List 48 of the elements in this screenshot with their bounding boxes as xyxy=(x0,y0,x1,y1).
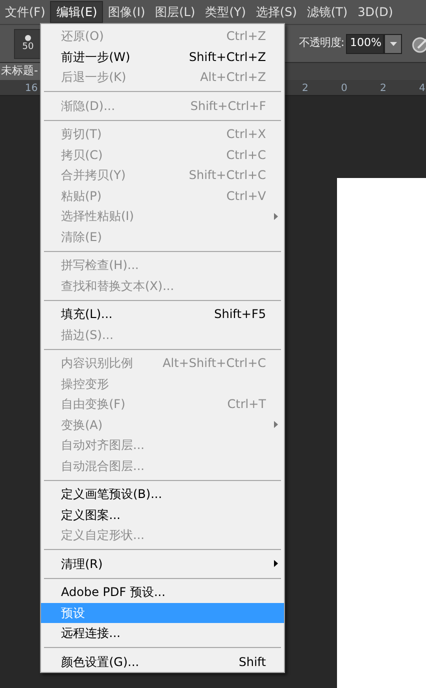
menu-item[interactable]: 自动混合图层... xyxy=(41,456,284,476)
menu-item[interactable]: 变换(A) xyxy=(41,414,284,435)
ruler-label: 4 xyxy=(419,82,426,96)
menu-bar-item[interactable]: 类型(Y) xyxy=(200,1,251,23)
menu-item[interactable]: 拷贝(C) Ctrl+C xyxy=(41,144,284,165)
menu-item[interactable]: 拼写检查(H)... xyxy=(41,255,284,276)
opacity-dropdown-button[interactable] xyxy=(384,34,402,54)
menu-item[interactable]: 查找和替换文本(X)... xyxy=(41,276,284,296)
ruler-label: 2 xyxy=(380,82,386,96)
menu-item[interactable]: 选择性粘贴(I) xyxy=(41,206,284,226)
menu-item[interactable]: 填充(L)... Shift+F5 xyxy=(41,304,284,324)
menu-item[interactable]: 操控变形 xyxy=(41,374,284,394)
brush-preset[interactable]: 50 xyxy=(14,28,42,58)
menu-item[interactable]: Adobe PDF 预设... xyxy=(41,582,284,602)
menu-item[interactable]: 还原(O) Ctrl+Z xyxy=(41,26,284,46)
menu-item[interactable]: 剪切(T) Ctrl+X xyxy=(41,124,284,144)
menu-item[interactable]: 远程连接... xyxy=(41,623,284,644)
brush-size: 50 xyxy=(22,43,34,52)
menu-bar-item[interactable]: 3D(D) xyxy=(352,1,398,23)
menu-item[interactable]: 自由变换(F) Ctrl+T xyxy=(41,394,284,414)
menu-bar-item[interactable]: 选择(S) xyxy=(250,1,302,23)
menu-item[interactable]: 后退一步(K) Alt+Ctrl+Z xyxy=(41,67,284,88)
menu-item[interactable]: 合并拷贝(Y) Shift+Ctrl+C xyxy=(41,165,284,186)
menu-item[interactable]: 清除(E) xyxy=(41,226,284,247)
caret-icon xyxy=(390,42,396,46)
menu-bar-item[interactable]: 图层(L) xyxy=(150,1,200,23)
menu-item[interactable]: 定义画笔预设(B)... xyxy=(41,484,284,504)
menu-item[interactable]: 定义自定形状... xyxy=(41,525,284,546)
menu-item[interactable]: 描边(S)... xyxy=(41,324,284,345)
brush-tip-icon xyxy=(25,35,31,41)
menu-bar-item[interactable]: 文件(F) xyxy=(0,1,50,23)
menu-item[interactable]: 清理(R) xyxy=(41,554,284,574)
document-tab[interactable]: 未标题- xyxy=(0,62,40,80)
menu-item[interactable]: 内容识别比例 Alt+Shift+Ctrl+C xyxy=(41,353,284,374)
menu-bar-item[interactable]: 编辑(E) xyxy=(50,1,104,23)
menu-item[interactable]: 渐隐(D)... Shift+Ctrl+F xyxy=(41,96,284,116)
ruler-label: 16 xyxy=(25,82,38,96)
menu-item[interactable]: 前进一步(W) Shift+Ctrl+Z xyxy=(41,46,284,67)
menu-bar-item[interactable]: 滤镜(T) xyxy=(302,1,353,23)
menu-item[interactable]: 定义图案... xyxy=(41,504,284,525)
ruler-label: 0 xyxy=(341,82,348,96)
menu-bar-item[interactable]: 图像(I) xyxy=(103,1,150,23)
ruler-label: 2 xyxy=(302,82,308,96)
menu-item[interactable]: 自动对齐图层... xyxy=(41,435,284,456)
menu-item[interactable]: 预设 xyxy=(41,602,284,623)
opacity-label: 不透明度: xyxy=(298,35,344,52)
menu-item[interactable]: 粘贴(P) Ctrl+V xyxy=(41,186,284,206)
menu-item[interactable]: 颜色设置(G)... Shift xyxy=(41,652,284,672)
